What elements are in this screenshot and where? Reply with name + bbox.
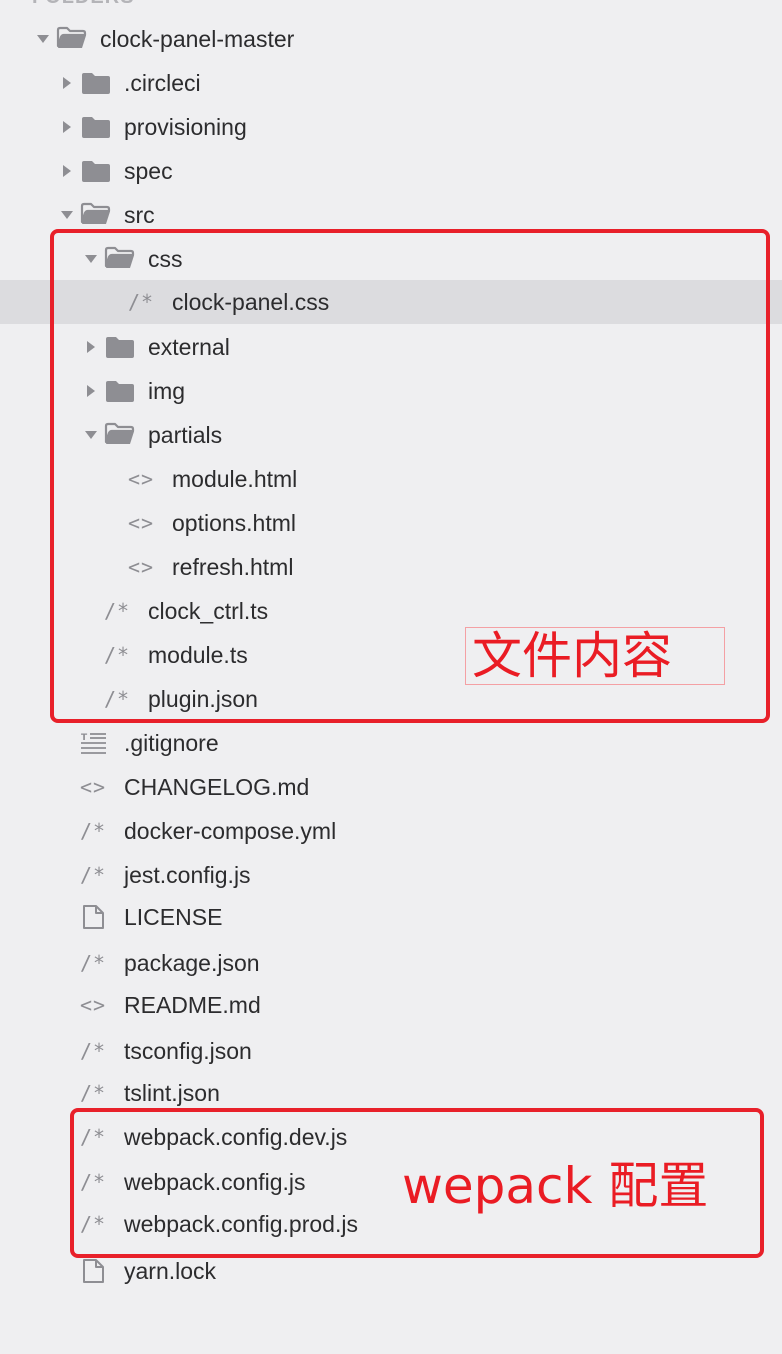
folder-open-icon	[56, 25, 90, 53]
tree-item-label: clock-panel-master	[100, 25, 295, 52]
tree-file-row[interactable]: <> CHANGELOG.md	[0, 765, 782, 809]
comment-code-icon: /*	[80, 1039, 107, 1063]
tree-item-label: jest.config.js	[124, 861, 251, 888]
tree-item-label: .circleci	[124, 69, 201, 96]
tree-file-row[interactable]: /* package.json	[0, 941, 782, 985]
comment-code-icon: /*	[80, 1081, 107, 1105]
folder-icon	[80, 157, 114, 185]
tree-folder-row[interactable]: clock-panel-master	[0, 17, 782, 61]
file-icon	[80, 1257, 114, 1285]
tree-file-row[interactable]: /* jest.config.js	[0, 853, 782, 897]
disclosure-down-icon[interactable]	[32, 28, 54, 50]
comment-code-icon: /*	[80, 951, 107, 975]
tree-item-label: spec	[124, 157, 173, 184]
tree-item-label: provisioning	[124, 113, 247, 140]
tree-item-label: tslint.json	[124, 1079, 220, 1106]
tree-file-row[interactable]: LICENSE	[0, 895, 782, 939]
tree-folder-row[interactable]: .circleci	[0, 61, 782, 105]
tree-file-row[interactable]: /* tsconfig.json	[0, 1029, 782, 1073]
comment-code-icon: /*	[80, 819, 107, 843]
svg-text:T: T	[81, 733, 88, 743]
folder-open-icon	[80, 201, 114, 229]
folder-icon	[80, 69, 114, 97]
tree-item-label: LICENSE	[124, 903, 223, 930]
text-lines-icon: T	[80, 729, 114, 757]
file-icon	[80, 903, 114, 931]
angle-brackets-icon: <>	[80, 775, 107, 799]
tree-file-row[interactable]: T .gitignore	[0, 721, 782, 765]
tree-file-row[interactable]: /* docker-compose.yml	[0, 809, 782, 853]
disclosure-right-icon[interactable]	[56, 72, 78, 94]
webpack-config-annotation: wepack 配置	[402, 1157, 709, 1215]
tree-item-label: docker-compose.yml	[124, 817, 337, 844]
comment-code-icon: /*	[80, 863, 107, 887]
tree-item-label: package.json	[124, 949, 260, 976]
disclosure-right-icon[interactable]	[56, 160, 78, 182]
tree-item-label: yarn.lock	[124, 1257, 217, 1284]
angle-brackets-icon: <>	[80, 993, 107, 1017]
tree-folder-row[interactable]: spec	[0, 149, 782, 193]
folder-icon	[80, 113, 114, 141]
disclosure-right-icon[interactable]	[56, 116, 78, 138]
tree-folder-row[interactable]: provisioning	[0, 105, 782, 149]
tree-file-row[interactable]: <> README.md	[0, 983, 782, 1027]
disclosure-down-icon[interactable]	[56, 204, 78, 226]
tree-item-label: .gitignore	[124, 729, 219, 756]
src-contents-annotation: 文件内容	[465, 627, 725, 685]
tree-item-label: tsconfig.json	[124, 1037, 252, 1064]
tree-item-label: src	[124, 201, 155, 228]
tree-item-label: CHANGELOG.md	[124, 773, 310, 800]
tree-item-label: README.md	[124, 991, 261, 1018]
